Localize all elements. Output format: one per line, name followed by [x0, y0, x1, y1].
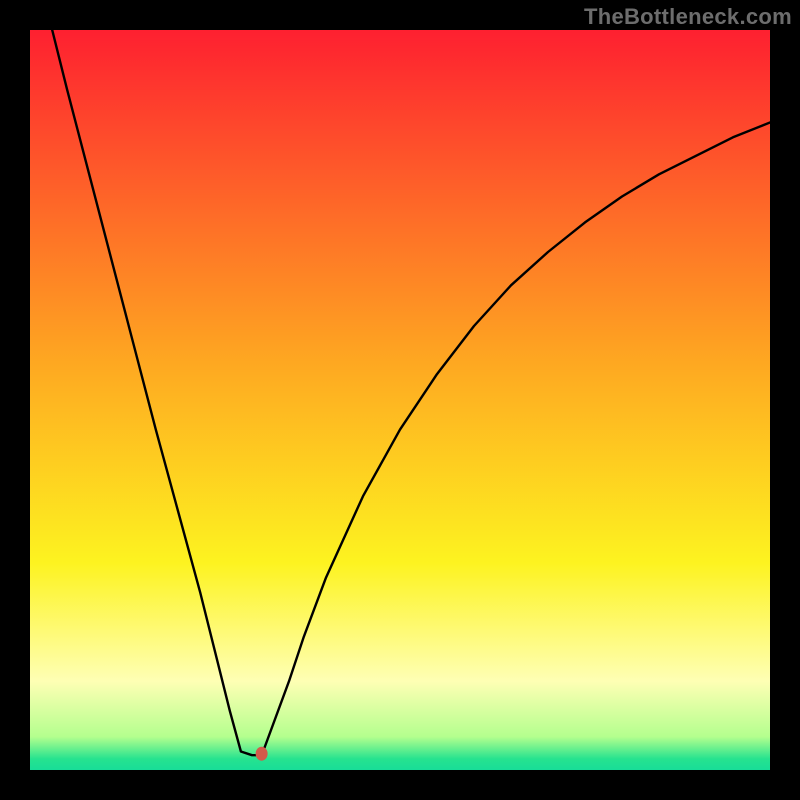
plot-area — [30, 30, 770, 770]
optimal-point-marker — [256, 747, 268, 761]
chart-frame: TheBottleneck.com — [0, 0, 800, 800]
bottleneck-curve — [52, 30, 770, 755]
curve-layer — [30, 30, 770, 770]
watermark-text: TheBottleneck.com — [584, 4, 792, 30]
